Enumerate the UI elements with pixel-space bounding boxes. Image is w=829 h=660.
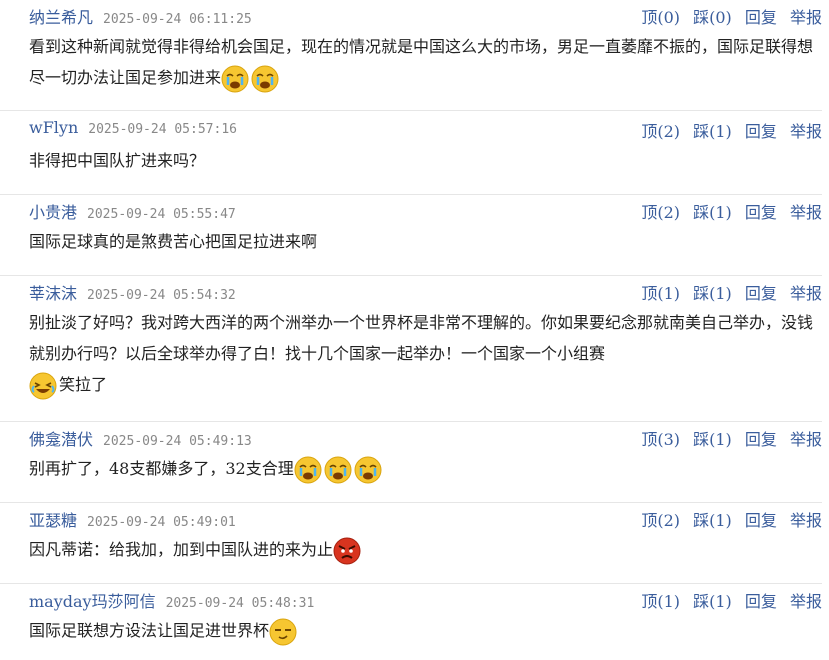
- comment-body: 别扯淡了好吗？我对跨大西洋的两个洲举办一个世界杯是非常不理解的。你如果要纪念那就…: [0, 304, 822, 408]
- upvote-button[interactable]: 顶(1): [641, 592, 680, 611]
- report-button[interactable]: 举报: [790, 511, 822, 530]
- comment-item: 纳兰希凡 2025-09-24 06:11:25 顶(0) 踩(0) 回复 举报 …: [0, 0, 822, 111]
- comment-username[interactable]: 莘沫沫 2025-09-24 05:54:32: [29, 280, 236, 304]
- comment-time: 2025-09-24 05:57:16: [88, 122, 237, 137]
- comment-text: 非得把中国队扩进来吗？: [29, 151, 206, 170]
- reply-button[interactable]: 回复: [745, 122, 777, 141]
- comment-text: 因凡蒂诺：给我加，加到中国队进的来为止: [29, 540, 334, 559]
- report-button[interactable]: 举报: [790, 430, 822, 449]
- report-button[interactable]: 举报: [790, 8, 822, 27]
- reply-button[interactable]: 回复: [745, 511, 777, 530]
- report-button[interactable]: 举报: [790, 203, 822, 222]
- comment-list: 纳兰希凡 2025-09-24 06:11:25 顶(0) 踩(0) 回复 举报 …: [0, 0, 829, 660]
- comment-body: 国际足联想方设法让国足进世界杯: [0, 612, 822, 654]
- upvote-button[interactable]: 顶(1): [641, 284, 680, 303]
- comment-body: 看到这种新闻就觉得非得给机会国足，现在的情况就是中国这么大的市场，男足一直萎靡不…: [0, 28, 822, 101]
- username-text[interactable]: wFlyn: [29, 118, 78, 137]
- comment-time: 2025-09-24 05:55:47: [87, 207, 236, 222]
- report-button[interactable]: 举报: [790, 122, 822, 141]
- comment-item: 亚瑟糖 2025-09-24 05:49:01 顶(2) 踩(1) 回复 举报 因…: [0, 503, 822, 584]
- comment-body: 因凡蒂诺：给我加，加到中国队进的来为止: [0, 531, 822, 573]
- smug-emoji-icon: [269, 618, 297, 645]
- username-text[interactable]: 佛龛潜伏: [29, 430, 93, 449]
- angry-emoji-icon: [333, 537, 361, 564]
- comment-actions: 顶(2) 踩(1) 回复 举报: [633, 507, 822, 531]
- comment-time: 2025-09-24 05:54:32: [87, 288, 236, 303]
- cry-emoji-icon: [354, 456, 382, 483]
- report-button[interactable]: 举报: [790, 284, 822, 303]
- comment-time: 2025-09-24 06:11:25: [103, 12, 252, 27]
- reply-button[interactable]: 回复: [745, 284, 777, 303]
- reply-button[interactable]: 回复: [745, 592, 777, 611]
- comment-username[interactable]: wFlyn 2025-09-24 05:57:16: [29, 118, 237, 137]
- downvote-button[interactable]: 踩(0): [693, 8, 732, 27]
- upvote-button[interactable]: 顶(2): [641, 511, 680, 530]
- reply-button[interactable]: 回复: [745, 203, 777, 222]
- comment-text: 国际足联想方设法让国足进世界杯: [29, 621, 270, 640]
- downvote-button[interactable]: 踩(1): [693, 430, 732, 449]
- comment-username[interactable]: mayday玛莎阿信 2025-09-24 05:48:31: [29, 588, 314, 612]
- reply-button[interactable]: 回复: [745, 430, 777, 449]
- comment-actions: 顶(2) 踩(1) 回复 举报: [633, 199, 822, 223]
- report-button[interactable]: 举报: [790, 592, 822, 611]
- comment-text: 别再扩了，48支都嫌多了，32支合理: [29, 459, 294, 478]
- downvote-button[interactable]: 踩(1): [693, 511, 732, 530]
- comment-item: 小贵港 2025-09-24 05:55:47 顶(2) 踩(1) 回复 举报 国…: [0, 195, 822, 276]
- comment-actions: 顶(2) 踩(1) 回复 举报: [633, 118, 822, 142]
- downvote-button[interactable]: 踩(1): [693, 284, 732, 303]
- username-text[interactable]: 小贵港: [29, 203, 77, 222]
- downvote-button[interactable]: 踩(1): [693, 592, 732, 611]
- upvote-button[interactable]: 顶(0): [641, 8, 680, 27]
- comment-username[interactable]: 小贵港 2025-09-24 05:55:47: [29, 199, 236, 223]
- comment-time: 2025-09-24 05:49:13: [103, 434, 252, 449]
- upvote-button[interactable]: 顶(2): [641, 203, 680, 222]
- downvote-button[interactable]: 踩(1): [693, 122, 732, 141]
- cry-emoji-icon: [251, 65, 279, 92]
- comment-time: 2025-09-24 05:48:31: [165, 596, 315, 611]
- username-text[interactable]: 莘沫沫: [29, 284, 77, 303]
- comment-actions: 顶(1) 踩(1) 回复 举报: [633, 588, 822, 612]
- comment-item: mayday玛莎阿信 2025-09-24 05:48:31 顶(1) 踩(1) …: [0, 584, 822, 660]
- comment-item: 佛龛潜伏 2025-09-24 05:49:13 顶(3) 踩(1) 回复 举报 …: [0, 422, 822, 503]
- comment-actions: 顶(3) 踩(1) 回复 举报: [633, 426, 822, 450]
- reply-button[interactable]: 回复: [745, 8, 777, 27]
- comment-time: 2025-09-24 05:49:01: [87, 515, 236, 530]
- downvote-button[interactable]: 踩(1): [693, 203, 732, 222]
- comment-text: 看到这种新闻就觉得非得给机会国足，现在的情况就是中国这么大的市场，男足一直萎靡不…: [29, 37, 814, 87]
- comment-tail-text: 笑拉了: [59, 375, 108, 394]
- comment-username[interactable]: 佛龛潜伏 2025-09-24 05:49:13: [29, 426, 252, 450]
- comment-username[interactable]: 纳兰希凡 2025-09-24 06:11:25: [29, 4, 252, 28]
- upvote-button[interactable]: 顶(3): [641, 430, 680, 449]
- username-text[interactable]: 纳兰希凡: [29, 8, 93, 27]
- comment-actions: 顶(0) 踩(0) 回复 举报: [633, 4, 822, 28]
- username-text[interactable]: 亚瑟糖: [29, 511, 77, 530]
- cry-emoji-icon: [324, 456, 352, 483]
- comment-text: 国际足球真的是煞费苦心把国足拉进来啊: [29, 232, 318, 251]
- comment-body: 别再扩了，48支都嫌多了，32支合理: [0, 450, 822, 492]
- comment-username[interactable]: 亚瑟糖 2025-09-24 05:49:01: [29, 507, 236, 531]
- comment-body: 国际足球真的是煞费苦心把国足拉进来啊: [0, 223, 822, 265]
- upvote-button[interactable]: 顶(2): [641, 122, 680, 141]
- cry-emoji-icon: [221, 65, 249, 92]
- comment-item: wFlyn 2025-09-24 05:57:16 顶(2) 踩(1) 回复 举报…: [0, 114, 822, 195]
- comment-item: 莘沫沫 2025-09-24 05:54:32 顶(1) 踩(1) 回复 举报 别…: [0, 276, 822, 422]
- comment-actions: 顶(1) 踩(1) 回复 举报: [633, 280, 822, 304]
- username-text[interactable]: mayday玛莎阿信: [29, 592, 156, 611]
- laugh-cry-emoji-icon: [29, 372, 57, 399]
- comment-text: 别扯淡了好吗？我对跨大西洋的两个洲举办一个世界杯是非常不理解的。你如果要纪念那就…: [29, 313, 814, 363]
- comment-body: 非得把中国队扩进来吗？: [0, 142, 822, 184]
- cry-emoji-icon: [294, 456, 322, 483]
